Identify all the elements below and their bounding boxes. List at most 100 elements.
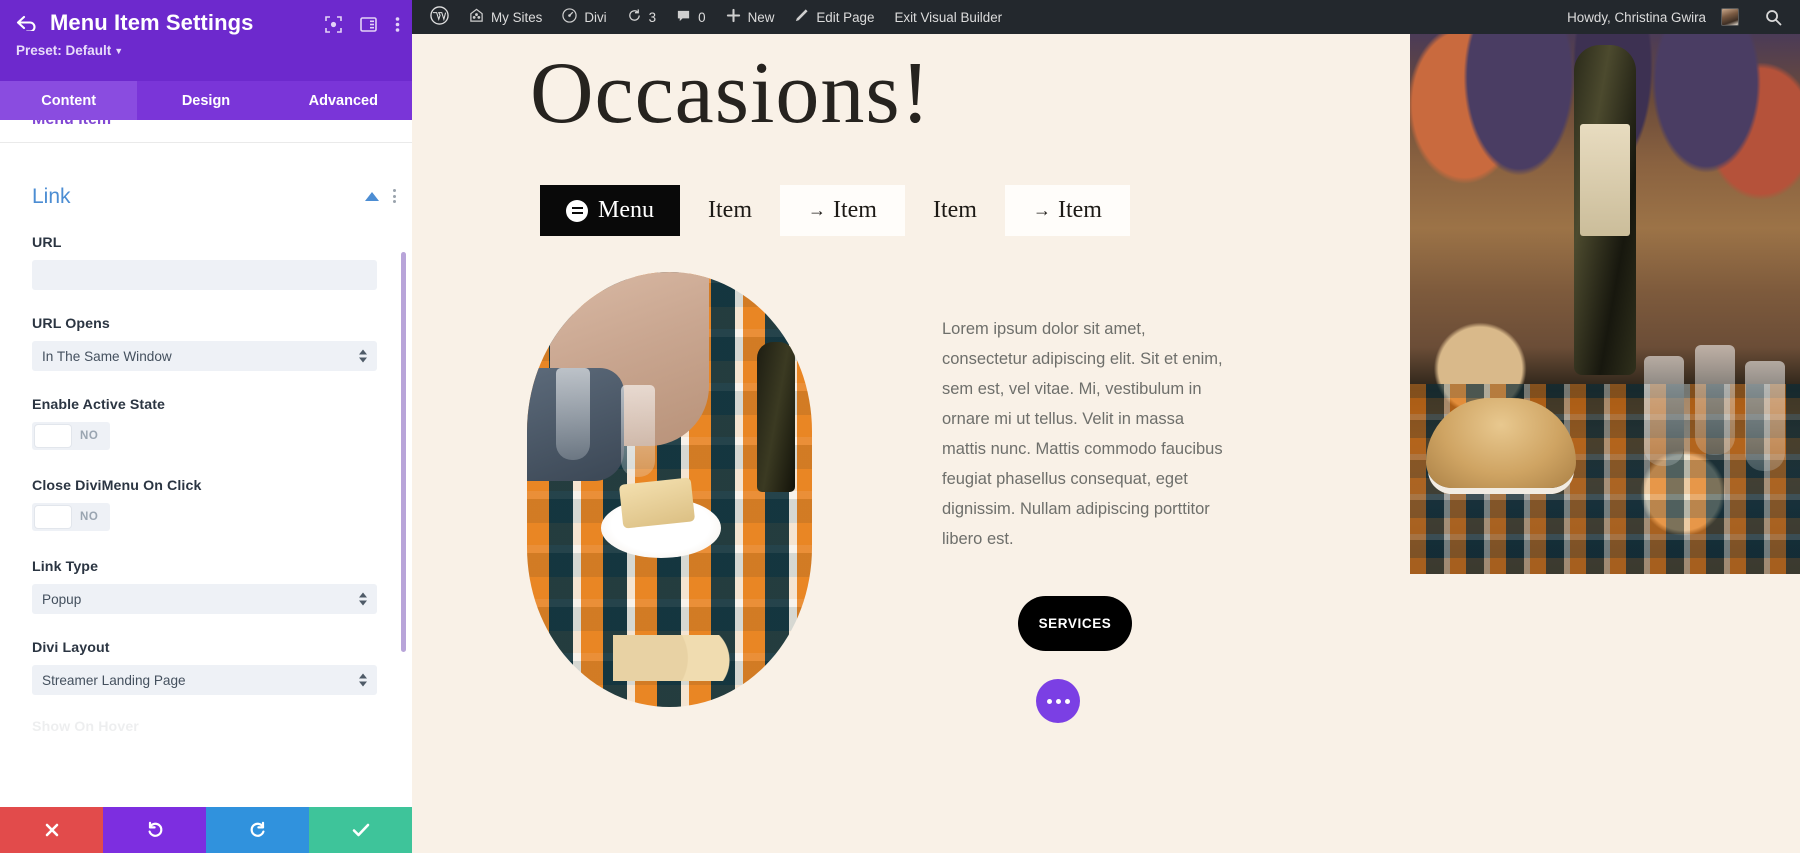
url-opens-select[interactable]: In The Same Window (32, 341, 377, 371)
select-arrows-icon (359, 673, 367, 687)
admin-bar-divi[interactable]: Divi (552, 0, 616, 34)
photo-glass (1694, 345, 1735, 456)
visual-builder-canvas: My Sites Divi 3 0 New Edit Page Exit Vis… (412, 0, 1800, 853)
admin-bar-comments-count: 0 (698, 9, 706, 25)
field-url-opens: URL Opens In The Same Window (0, 316, 412, 371)
enable-active-state-toggle[interactable]: NO (32, 422, 111, 450)
field-label-close-divimenu-on-click: Close DiviMenu On Click (32, 478, 202, 494)
menu-item-4-label: Item (1057, 197, 1102, 223)
menu-toggle-label: Menu (598, 197, 654, 223)
back-arrow-icon[interactable] (14, 15, 38, 31)
arrow-right-icon: → (807, 200, 826, 220)
admin-bar-comments[interactable]: 0 (666, 0, 715, 34)
toggle-knob (35, 506, 71, 528)
settings-scrollbar-track[interactable] (401, 126, 409, 673)
cut-off-label-below: Show On Hover (32, 719, 139, 735)
menu-item-settings-panel: Menu Item Settings Preset: Default ▼ Con… (0, 0, 412, 853)
enable-active-state-value: NO (80, 430, 99, 442)
text-column: Lorem ipsum dolor sit amet, consectetur … (942, 272, 1227, 724)
kebab-menu-icon[interactable] (393, 189, 396, 203)
cancel-button[interactable] (0, 807, 103, 853)
admin-bar-my-sites[interactable]: My Sites (459, 0, 552, 34)
app-root: Menu Item Settings Preset: Default ▼ Con… (0, 0, 1800, 853)
admin-bar-edit-page-label: Edit Page (816, 9, 875, 25)
admin-bar-my-sites-label: My Sites (491, 9, 543, 25)
photo-glass (621, 385, 656, 478)
field-divi-layout: Divi Layout Streamer Landing Page (0, 640, 412, 695)
admin-bar-edit-page[interactable]: Edit Page (784, 0, 884, 34)
redo-button[interactable] (206, 807, 309, 853)
ellipsis-icon (1046, 698, 1052, 704)
menu-item-2[interactable]: → Item (779, 185, 905, 236)
sites-icon (469, 8, 484, 26)
toggle-knob (35, 425, 71, 447)
tab-advanced[interactable]: Advanced (275, 81, 412, 120)
body-paragraph: Lorem ipsum dolor sit amet, consectetur … (942, 320, 1223, 549)
menu-item-3[interactable]: Item (905, 185, 1005, 236)
check-icon (352, 823, 369, 837)
redo-icon (250, 821, 264, 837)
chevron-up-icon[interactable] (365, 191, 379, 201)
undo-button[interactable] (103, 807, 206, 853)
oval-photo-image (527, 272, 812, 707)
hamburger-circle-icon (566, 199, 588, 222)
admin-bar-account[interactable]: Howdy, Christina Gwira (1557, 0, 1749, 34)
admin-bar-exit-visual-builder[interactable]: Exit Visual Builder (884, 0, 1012, 34)
settings-footer-toolbar (0, 807, 412, 853)
settings-panel-header-icons (325, 16, 400, 33)
tab-content[interactable]: Content (0, 81, 138, 120)
admin-bar-greeting: Howdy, Christina Gwira (1567, 9, 1706, 25)
fullscreen-icon[interactable] (325, 16, 342, 33)
divi-layout-select[interactable]: Streamer Landing Page (32, 665, 377, 695)
admin-bar-new[interactable]: New (716, 0, 785, 34)
plus-icon (726, 8, 741, 26)
field-label-url: URL (32, 235, 62, 251)
menu-item-3-label: Item (932, 197, 977, 223)
url-opens-value: In The Same Window (42, 348, 172, 364)
admin-bar-right: Howdy, Christina Gwira (1557, 0, 1800, 34)
settings-scrollbar-thumb[interactable] (401, 252, 406, 652)
admin-bar-wordpress-logo[interactable] (420, 0, 459, 34)
menu-toggle-button[interactable]: Menu (540, 185, 680, 236)
photo-glass (1745, 361, 1786, 472)
field-label-url-opens: URL Opens (32, 316, 110, 332)
kebab-menu-icon[interactable] (395, 16, 400, 33)
close-divimenu-on-click-value: NO (80, 511, 99, 523)
field-enable-active-state: Enable Active State NO (0, 397, 412, 452)
menu-item-2-label: Item (832, 197, 877, 223)
cut-off-section-below: Show On Hover (0, 719, 412, 735)
admin-bar-divi-label: Divi (584, 9, 607, 25)
link-type-value: Popup (42, 591, 82, 607)
wordpress-logo-icon (430, 5, 449, 29)
field-close-divimenu-on-click: Close DiviMenu On Click NO (0, 478, 412, 533)
url-input[interactable] (32, 260, 377, 290)
comments-icon (676, 8, 691, 26)
search-icon[interactable] (1749, 9, 1794, 26)
preset-label: Preset: Default (16, 43, 112, 58)
close-icon (45, 823, 58, 837)
section-title: Link (32, 185, 71, 208)
link-type-select[interactable]: Popup (32, 584, 377, 614)
photo-glass (1644, 356, 1684, 466)
undo-icon (148, 821, 162, 837)
services-button[interactable]: SERVICES (1018, 596, 1132, 652)
admin-bar-updates-count: 3 (648, 9, 657, 25)
close-divimenu-on-click-toggle[interactable]: NO (32, 503, 111, 531)
field-label-enable-active-state: Enable Active State (32, 397, 166, 413)
divi-icon (562, 8, 578, 26)
page-title: Occasions! (530, 45, 931, 142)
admin-bar-updates[interactable]: 3 (617, 0, 666, 34)
ellipsis-button[interactable] (1036, 679, 1080, 724)
ellipsis-icon (1055, 698, 1061, 704)
settings-body: Menu Item Link URL URL Opens In The Same… (0, 120, 412, 807)
tab-design[interactable]: Design (137, 81, 274, 120)
field-label-link-type: Link Type (32, 559, 99, 575)
menu-item-1[interactable]: Item (680, 185, 780, 236)
avatar (1721, 8, 1739, 26)
layout-toggle-icon[interactable] (360, 16, 377, 33)
arrow-right-icon: → (1032, 200, 1051, 220)
menu-item-4[interactable]: → Item (1004, 185, 1130, 236)
save-button[interactable] (309, 807, 412, 853)
preset-selector[interactable]: Preset: Default ▼ (16, 43, 398, 58)
field-url: URL (0, 235, 412, 290)
